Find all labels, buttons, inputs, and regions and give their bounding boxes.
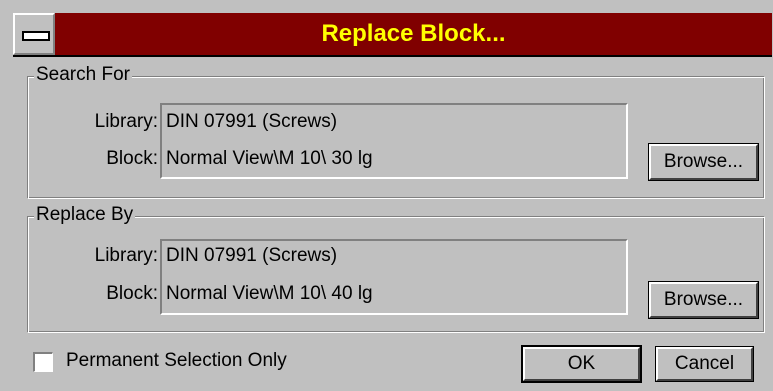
search-library-value: DIN 07991 (Screws) [166,111,338,132]
search-browse-label: Browse... [663,151,744,172]
system-menu-icon [22,31,50,41]
search-block-value: Normal View\M 10\ 30 lg [166,148,373,169]
replace-block-label: Block: [106,283,158,304]
replace-block-dialog: Replace Block... Search For Library: Blo… [0,0,773,391]
search-for-legend: Search For [34,64,132,86]
replace-by-legend: Replace By [34,204,136,226]
system-menu-button[interactable] [13,13,55,55]
replace-library-value: DIN 07991 (Screws) [166,245,338,266]
replace-browse-button[interactable]: Browse... [648,281,759,319]
search-library-label: Library: [94,111,158,132]
replace-library-label: Library: [94,245,158,266]
window-title: Replace Block... [321,20,506,47]
replace-browse-label: Browse... [663,289,744,310]
replace-by-group: Replace By Library: Block: DIN 07991 (Sc… [27,204,765,333]
title-bar[interactable]: Replace Block... [13,13,772,57]
replace-block-value: Normal View\M 10\ 40 lg [166,283,373,304]
permanent-selection-label[interactable]: Permanent Selection Only [66,350,287,372]
search-for-value-box: DIN 07991 (Screws) Normal View\M 10\ 30 … [160,103,628,179]
search-block-label: Block: [106,148,158,169]
search-browse-button[interactable]: Browse... [648,143,759,181]
ok-label: OK [567,353,596,374]
cancel-label: Cancel [674,353,735,374]
search-for-group: Search For Library: Block: DIN 07991 (Sc… [27,64,765,199]
cancel-button[interactable]: Cancel [655,346,754,382]
replace-by-value-box: DIN 07991 (Screws) Normal View\M 10\ 40 … [160,239,628,315]
ok-button[interactable]: OK [521,345,642,383]
permanent-selection-checkbox[interactable] [33,352,53,372]
